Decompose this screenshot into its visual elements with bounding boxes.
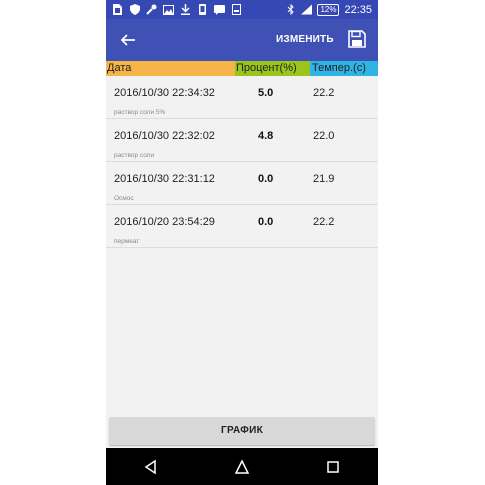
list-item[interactable]: 2016/10/20 23:54:29 0.0 22.2 пермеат [106, 205, 378, 248]
recents-icon[interactable] [325, 459, 341, 475]
row-percent: 0.0 [258, 216, 274, 228]
row-date: 2016/10/30 22:34:32 [114, 87, 215, 99]
back-arrow-icon[interactable] [118, 30, 138, 50]
status-bar: 12% 22:35 [106, 0, 378, 19]
save-icon[interactable] [348, 30, 366, 48]
graph-button[interactable]: ГРАФИК [109, 417, 375, 445]
row-percent: 5.0 [258, 87, 274, 99]
measurement-list: 2016/10/30 22:34:32 5.0 22.2 раствор сол… [106, 76, 378, 248]
list-item[interactable]: 2016/10/30 22:34:32 5.0 22.2 раствор сол… [106, 76, 378, 119]
row-note: раствор соли [114, 152, 155, 159]
list-item[interactable]: 2016/10/30 22:31:12 0.0 21.9 Осмос [106, 162, 378, 205]
image-icon [163, 4, 174, 15]
nav-bar [106, 448, 378, 485]
list-item[interactable]: 2016/10/30 22:32:02 4.8 22.0 раствор сол… [106, 119, 378, 162]
message-icon [214, 4, 225, 15]
shield-icon [129, 4, 140, 15]
battery-icon: 12% [317, 3, 340, 16]
header-temp[interactable]: Темпер.(c) [310, 61, 378, 76]
row-date: 2016/10/20 23:54:29 [114, 216, 215, 228]
header-date[interactable]: Дата [106, 61, 235, 76]
row-temp: 22.2 [313, 216, 335, 228]
header-percent[interactable]: Процент(%) [235, 61, 310, 76]
table-header: Дата Процент(%) Темпер.(c) [106, 61, 378, 76]
phone-icon [197, 4, 208, 15]
app-toolbar: ИЗМЕНИТЬ [106, 19, 378, 61]
edit-button[interactable]: ИЗМЕНИТЬ [276, 19, 334, 61]
row-date: 2016/10/30 22:32:02 [114, 130, 215, 142]
back-triangle-icon[interactable] [143, 459, 159, 475]
row-percent: 0.0 [258, 173, 274, 185]
row-note: раствор соли 5% [114, 109, 166, 116]
bluetooth-icon [285, 4, 296, 15]
row-date: 2016/10/30 22:31:12 [114, 173, 215, 185]
sd-icon [231, 4, 242, 15]
row-note: пермеат [114, 238, 140, 245]
row-temp: 22.2 [313, 87, 335, 99]
row-temp: 22.0 [313, 130, 335, 142]
status-icons [106, 4, 242, 15]
row-temp: 21.9 [313, 173, 335, 185]
wrench-icon [146, 4, 157, 15]
sim-icon [112, 4, 123, 15]
row-note: Осмос [114, 195, 134, 202]
home-icon[interactable] [234, 458, 250, 475]
download-icon [180, 4, 191, 15]
app-screen: 12% 22:35 ИЗМЕНИТЬ Дата Процент(%) Темпе… [106, 0, 378, 485]
status-time: 22:35 [344, 3, 372, 16]
row-percent: 4.8 [258, 130, 274, 142]
status-right: 12% 22:35 [285, 0, 372, 19]
signal-icon [301, 4, 313, 15]
